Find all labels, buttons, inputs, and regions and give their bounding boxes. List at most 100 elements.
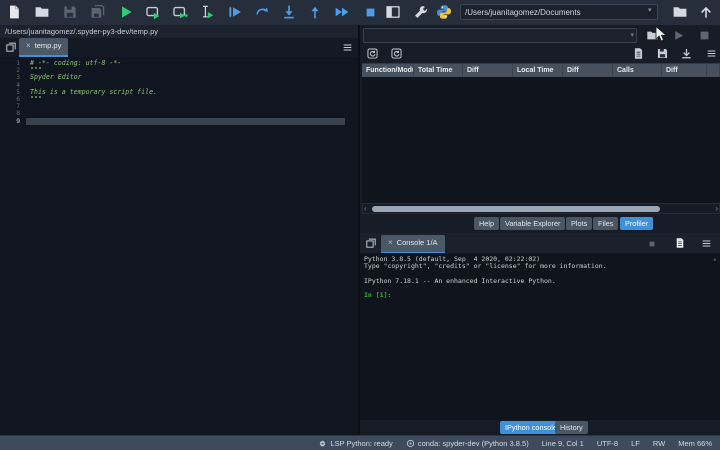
tab-plots[interactable]: Plots — [566, 217, 593, 230]
stop-profiling-icon[interactable] — [698, 29, 711, 42]
console-options-menu-icon[interactable] — [701, 238, 712, 249]
permissions-status: RW — [652, 438, 666, 448]
tab-variable-explorer[interactable]: Variable Explorer — [500, 217, 566, 230]
save-all-icon[interactable] — [90, 4, 106, 20]
col-function-module[interactable]: Function/Modu — [362, 64, 414, 78]
profiler-pane: ▾ Function/Modu Total Time Diff Local Ti… — [360, 25, 720, 232]
new-file-icon[interactable] — [6, 4, 22, 20]
scroll-up-icon[interactable]: ▴ — [713, 255, 717, 263]
working-directory-dropdown-icon[interactable]: ▾ — [648, 6, 652, 14]
run-file-icon[interactable] — [118, 4, 134, 20]
code-text: Spyder Editor — [30, 73, 82, 82]
save-data-icon[interactable] — [656, 47, 669, 60]
combobox-dropdown-icon[interactable]: ▾ — [630, 31, 634, 39]
run-current-line-icon[interactable] — [254, 4, 270, 20]
debug-file-icon[interactable] — [227, 4, 243, 20]
line-number: 7 — [16, 103, 20, 111]
line-number: 1 — [16, 60, 20, 67]
editor-line: 5 This is a temporary script file. — [0, 87, 358, 96]
code-text: # -*- coding: utf-8 -*- — [30, 59, 122, 67]
encoding-status: UTF-8 — [596, 438, 619, 448]
scroll-right-icon[interactable]: › — [715, 204, 718, 213]
tab-ipython-console[interactable]: IPython console — [500, 421, 562, 434]
lsp-gear-icon — [318, 439, 327, 448]
profiler-table-body[interactable] — [362, 77, 720, 203]
close-tab-icon[interactable]: × — [26, 41, 31, 50]
tab-temp-py[interactable]: × temp.py — [19, 38, 69, 57]
run-cell-advance-icon[interactable] — [172, 4, 188, 20]
line-number: 6 — [16, 95, 20, 103]
editor-code-area[interactable]: 1 # -*- coding: utf-8 -*- 2 """ 3 Spyder Ed… — [0, 57, 358, 438]
start-profiling-icon[interactable] — [672, 29, 685, 42]
cursor-position-status: Line 9, Col 1 — [541, 438, 584, 448]
working-directory-combobox[interactable]: /Users/juanitagomez/Documents — [460, 4, 658, 20]
interpreter-status[interactable]: conda: spyder-dev (Python 3.8.5) — [406, 439, 529, 448]
lsp-status: LSP Python: ready — [318, 439, 393, 448]
interrupt-kernel-icon[interactable] — [648, 240, 656, 248]
save-icon[interactable] — [62, 4, 78, 20]
python-environment-icon[interactable] — [436, 4, 452, 20]
col-partial — [707, 64, 720, 78]
collapse-icon[interactable] — [366, 47, 379, 60]
parent-directory-icon[interactable] — [698, 4, 714, 20]
tab-history[interactable]: History — [555, 421, 588, 434]
browse-tabs-icon[interactable] — [365, 237, 377, 249]
col-total-time[interactable]: Total Time — [414, 64, 463, 78]
line-number: 4 — [16, 81, 20, 89]
preferences-wrench-icon[interactable] — [413, 4, 429, 20]
tab-console-1a[interactable]: × Console 1/A — [381, 235, 445, 254]
step-return-icon[interactable] — [307, 4, 323, 20]
stop-debug-icon[interactable] — [364, 6, 377, 19]
pane-switcher-tabs: Help Variable Explorer Plots Files Profi… — [360, 215, 720, 232]
editor-line: 6 """ — [0, 94, 358, 103]
console-output-area[interactable]: ▴ Python 3.8.5 (default, Sep 4 2020, 02:… — [360, 253, 720, 423]
console-banner-line — [360, 285, 720, 292]
col-local-time[interactable]: Local Time — [513, 64, 563, 78]
console-prompt[interactable]: In [1]: — [360, 291, 720, 299]
maximize-pane-icon[interactable] — [385, 4, 401, 20]
status-bar: LSP Python: ready conda: spyder-dev (Pyt… — [0, 435, 720, 450]
continue-execution-icon[interactable] — [334, 4, 350, 20]
tab-profiler[interactable]: Profiler — [620, 217, 654, 230]
profiler-horizontal-scrollbar[interactable]: ‹ › — [362, 203, 720, 214]
col-diff-3[interactable]: Diff — [662, 64, 707, 78]
profiler-options-menu-icon[interactable] — [706, 48, 717, 59]
tab-files[interactable]: Files — [593, 217, 619, 230]
tab-help[interactable]: Help — [474, 217, 500, 230]
scroll-left-icon[interactable]: ‹ — [364, 204, 367, 213]
new-console-icon[interactable] — [674, 237, 686, 249]
profiler-script-combobox[interactable]: ▾ — [363, 28, 637, 43]
code-text: """ — [30, 94, 42, 103]
console-pane: × Console 1/A ▴ Python 3.8.5 (default, Se… — [360, 232, 720, 435]
eol-status: LF — [631, 438, 640, 448]
open-file-icon[interactable] — [34, 4, 50, 20]
run-selection-icon[interactable] — [199, 4, 215, 20]
profiler-output-icon[interactable] — [632, 47, 645, 60]
line-number: 2 — [16, 67, 20, 75]
scrollbar-thumb[interactable] — [372, 205, 660, 212]
interpreter-status-text: conda: spyder-dev (Python 3.8.5) — [417, 438, 529, 448]
browse-tabs-icon[interactable] — [5, 41, 17, 53]
memory-status: Mem 66% — [678, 438, 712, 448]
close-tab-icon[interactable]: × — [388, 238, 393, 247]
breadcrumb: /Users/juanitagomez/.spyder-py3-dev/temp… — [0, 25, 358, 38]
browse-working-directory-icon[interactable] — [672, 4, 688, 20]
code-text: This is a temporary script file. — [30, 87, 158, 96]
editor-options-menu-icon[interactable] — [342, 42, 353, 53]
run-cell-icon[interactable] — [145, 4, 161, 20]
tab-label: Console 1/A — [396, 238, 438, 247]
editor-tab-bar: × temp.py — [0, 38, 358, 57]
col-calls[interactable]: Calls — [613, 64, 662, 78]
col-diff-1[interactable]: Diff — [463, 64, 513, 78]
expand-icon[interactable] — [390, 47, 403, 60]
tab-label: temp.py — [34, 41, 62, 50]
step-into-icon[interactable] — [281, 4, 297, 20]
conda-icon — [406, 439, 415, 448]
console-banner-line: IPython 7.18.1 -- An enhanced Interactiv… — [364, 276, 556, 285]
line-number: 8 — [16, 110, 20, 118]
editor-line: 1 # -*- coding: utf-8 -*- — [0, 59, 358, 67]
editor-line: 3 Spyder Editor — [0, 73, 358, 82]
col-diff-2[interactable]: Diff — [563, 64, 613, 78]
editor-current-line: 9 — [0, 117, 358, 125]
load-data-icon[interactable] — [680, 47, 693, 60]
